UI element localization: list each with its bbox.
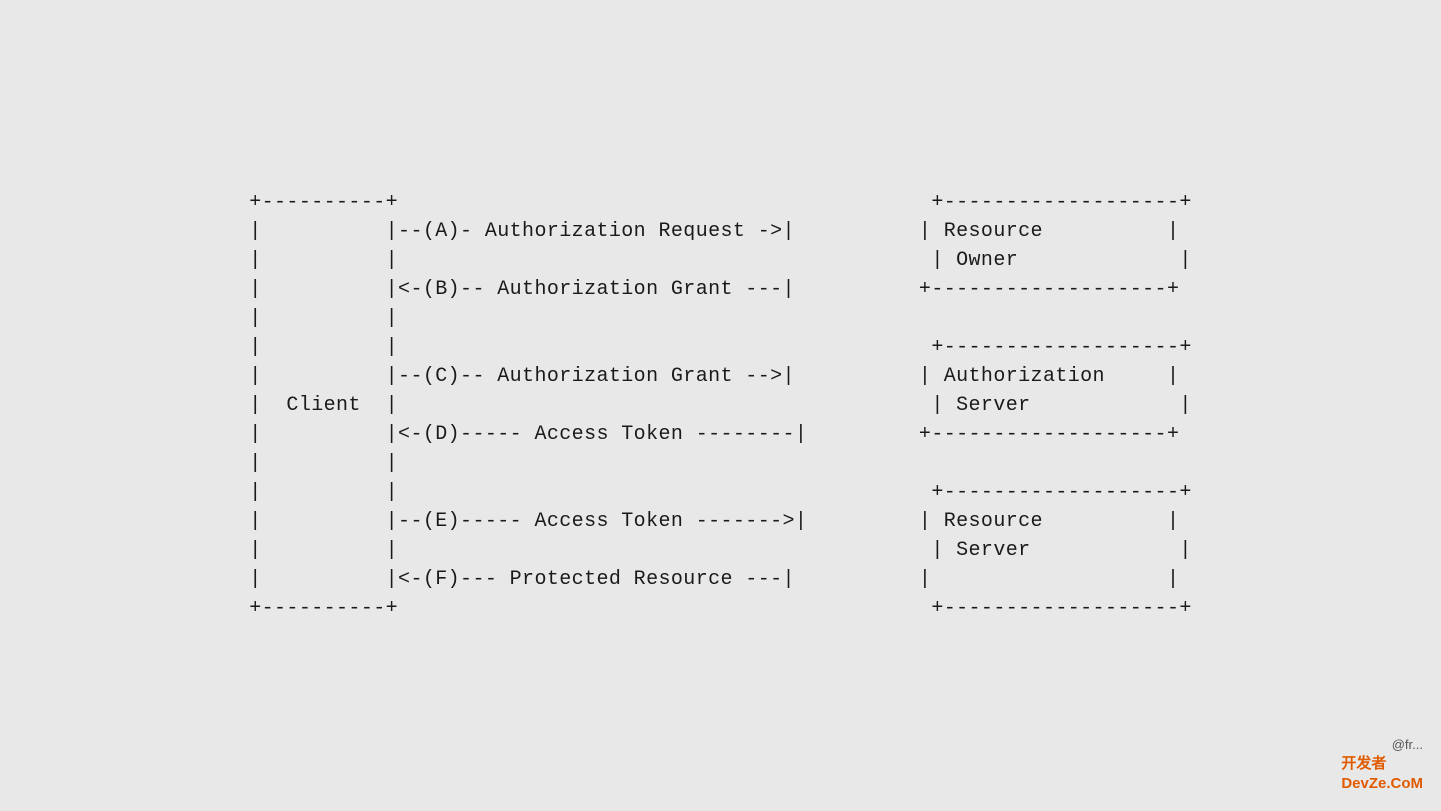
watermark-line2: 开发者DevZe.CoM (1341, 754, 1423, 793)
oauth-diagram: +----------+ +-------------------+ | |--… (249, 188, 1192, 623)
watermark: @fr... 开发者DevZe.CoM (1341, 737, 1423, 793)
watermark-line1: @fr... (1392, 737, 1423, 754)
diagram-container: +----------+ +-------------------+ | |--… (0, 0, 1441, 811)
